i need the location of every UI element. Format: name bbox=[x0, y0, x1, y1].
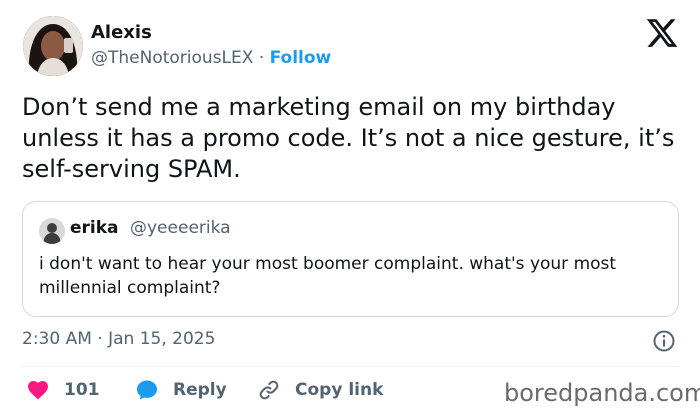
author-handle[interactable]: @TheNotoriousLEX bbox=[91, 48, 253, 68]
like-count: 101 bbox=[64, 380, 100, 400]
copy-link-button[interactable]: Copy link bbox=[257, 378, 383, 402]
heart-icon bbox=[28, 381, 48, 400]
quoted-avatar-image bbox=[39, 218, 65, 244]
tweet-timestamp[interactable]: 2:30 AM · Jan 15, 2025 bbox=[22, 329, 215, 349]
watermark: boredpanda.com bbox=[504, 379, 700, 407]
follow-button[interactable]: Follow bbox=[270, 48, 332, 68]
tweet-card: Alexis @TheNotoriousLEX · Follow Don’t s… bbox=[0, 0, 700, 419]
author-handle-row: @TheNotoriousLEX · Follow bbox=[91, 48, 331, 68]
x-logo-icon[interactable] bbox=[645, 16, 679, 50]
info-icon[interactable] bbox=[652, 329, 676, 353]
author-avatar[interactable] bbox=[23, 16, 83, 76]
separator-dot: · bbox=[258, 48, 265, 68]
quoted-tweet[interactable]: erika @yeeeerika i don't want to hear yo… bbox=[22, 201, 679, 317]
copy-link-label: Copy link bbox=[295, 380, 384, 400]
link-icon bbox=[259, 380, 279, 400]
quoted-avatar bbox=[39, 218, 65, 244]
reply-label: Reply bbox=[173, 380, 227, 400]
author-name[interactable]: Alexis bbox=[91, 22, 152, 43]
reply-button[interactable]: Reply bbox=[135, 378, 227, 402]
quoted-tweet-text: i don't want to hear your most boomer co… bbox=[39, 254, 617, 298]
speech-bubble-icon bbox=[137, 380, 157, 400]
divider bbox=[22, 366, 679, 367]
quoted-author-name: erika bbox=[70, 218, 119, 238]
like-button[interactable]: 101 bbox=[26, 378, 100, 402]
tweet-text: Don’t send me a marketing email on my bi… bbox=[22, 93, 675, 183]
quoted-author-handle: @yeeeerika bbox=[130, 218, 231, 238]
author-avatar-image bbox=[23, 16, 83, 76]
